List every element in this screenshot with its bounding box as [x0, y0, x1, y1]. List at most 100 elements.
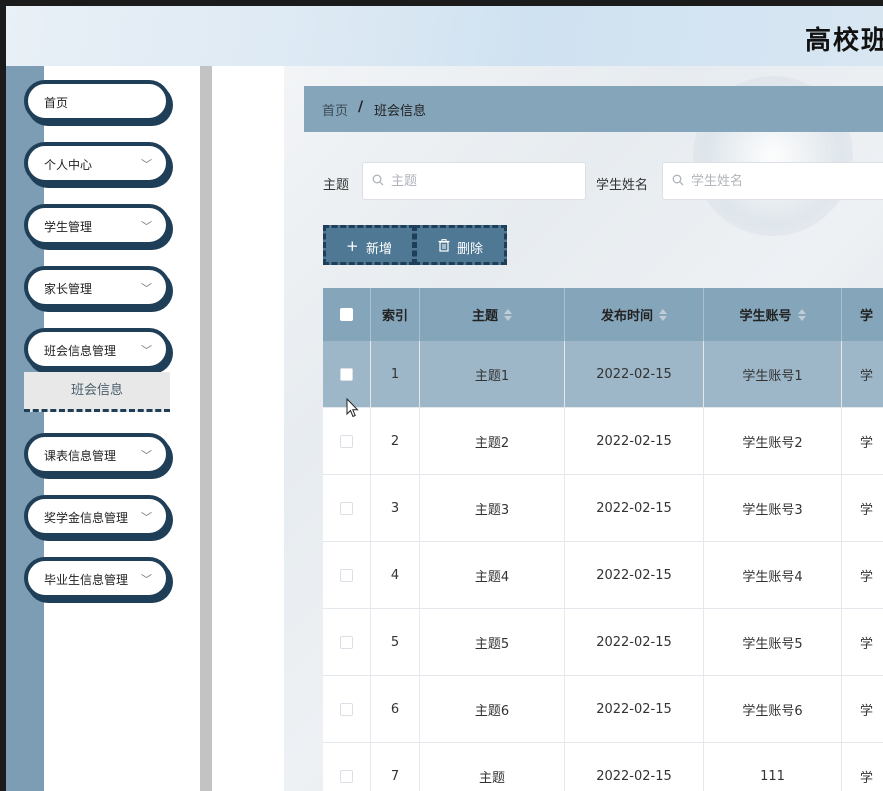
cell-index: 3	[371, 475, 420, 541]
row-checkbox[interactable]	[340, 434, 353, 448]
add-button-label: 新增	[366, 242, 393, 257]
cell-student-name-text: 学	[860, 569, 874, 585]
cell-student-account-text: 111	[760, 768, 785, 784]
table-row[interactable]: 7 主题 2022-02-15 111 学	[323, 743, 883, 791]
sidebar-item-graduates[interactable]: 毕业生信息管理 ﹀	[24, 557, 170, 599]
table-row[interactable]: 1 主题1 2022-02-15 学生账号1 学	[323, 341, 883, 408]
cell-index-text: 1	[390, 366, 400, 382]
cell-student-name-text: 学	[860, 502, 874, 518]
app-title: 高校班	[804, 26, 883, 56]
add-button[interactable]: + 新增	[323, 225, 415, 265]
breadcrumb: 首页 / 班会信息	[304, 86, 883, 132]
cell-topic-text: 主题5	[474, 636, 510, 652]
cell-student-name-text: 学	[860, 770, 874, 786]
cell-student-account: 学生账号2	[704, 408, 842, 474]
sidebar-item-label: 班会信息管理	[44, 344, 117, 358]
cell-student-account-text: 学生账号1	[742, 368, 803, 384]
cell-index: 1	[371, 341, 420, 407]
cell-publish-time-text: 2022-02-15	[596, 768, 672, 784]
cell-publish-time-text: 2022-02-15	[596, 567, 672, 583]
header-select-all-cell	[323, 288, 371, 341]
table-row[interactable]: 6 主题6 2022-02-15 学生账号6 学	[323, 676, 883, 743]
search-icon	[372, 174, 384, 186]
row-checkbox[interactable]	[340, 367, 353, 381]
cell-index-text: 6	[390, 701, 400, 717]
row-checkbox[interactable]	[340, 568, 353, 582]
sidebar-item-profile[interactable]: 个人中心 ﹀	[24, 142, 170, 184]
cell-index-text: 7	[390, 768, 400, 784]
mouse-cursor-icon	[346, 398, 359, 418]
row-checkbox[interactable]	[340, 702, 353, 716]
header-topic[interactable]: 主题	[420, 288, 565, 341]
cell-student-name: 学	[842, 609, 883, 675]
chevron-down-icon: ﹀	[141, 344, 152, 357]
trash-icon	[438, 239, 450, 252]
cell-student-name: 学	[842, 408, 883, 474]
delete-button[interactable]: 删除	[414, 225, 507, 265]
student-name-search-field[interactable]	[662, 162, 883, 200]
cell-topic-text: 主题2	[474, 435, 510, 451]
sidebar-item-parents[interactable]: 家长管理 ﹀	[24, 266, 170, 308]
sidebar-item-home[interactable]: 首页	[24, 80, 170, 122]
sort-icon[interactable]	[504, 308, 512, 321]
cell-student-account-text: 学生账号3	[742, 502, 803, 518]
sidebar-item-class-meeting[interactable]: 班会信息管理 ﹀	[24, 328, 170, 370]
sidebar-subitem-class-meeting-info[interactable]: 班会信息	[24, 372, 170, 412]
row-checkbox[interactable]	[340, 501, 353, 515]
cell-topic-text: 主题	[478, 770, 505, 786]
sidebar-item-label: 首页	[44, 96, 69, 110]
chevron-down-icon: ﹀	[141, 282, 152, 295]
row-select-cell	[323, 542, 371, 608]
cell-index: 6	[371, 676, 420, 742]
student-name-filter-label: 学生姓名	[596, 178, 649, 193]
cell-student-name: 学	[842, 542, 883, 608]
table-row[interactable]: 2 主题2 2022-02-15 学生账号2 学	[323, 408, 883, 475]
breadcrumb-home[interactable]: 首页	[322, 100, 348, 119]
cell-publish-time: 2022-02-15	[565, 676, 704, 742]
delete-button-label: 删除	[457, 242, 484, 257]
row-checkbox[interactable]	[340, 635, 353, 649]
sort-icon[interactable]	[659, 308, 667, 321]
chevron-down-icon: ﹀	[141, 511, 152, 524]
breadcrumb-separator: /	[358, 99, 364, 115]
sidebar-subitem-label: 班会信息	[70, 383, 123, 398]
sidebar-item-label: 家长管理	[44, 282, 93, 296]
cell-topic-text: 主题3	[474, 502, 510, 518]
cell-topic: 主题4	[420, 542, 565, 608]
cell-index: 4	[371, 542, 420, 608]
row-checkbox[interactable]	[340, 769, 353, 783]
header-student-account[interactable]: 学生账号	[704, 288, 842, 341]
sidebar-item-label: 课表信息管理	[44, 449, 117, 463]
cell-topic-text: 主题1	[474, 368, 510, 384]
sidebar-item-scholarship[interactable]: 奖学金信息管理 ﹀	[24, 495, 170, 537]
cell-publish-time-text: 2022-02-15	[596, 366, 672, 382]
cell-topic-text: 主题6	[474, 703, 510, 719]
topic-search-field[interactable]	[362, 162, 586, 200]
row-select-cell	[323, 609, 371, 675]
sidebar-item-schedule[interactable]: 课表信息管理 ﹀	[24, 433, 170, 475]
cell-index-text: 4	[390, 567, 400, 583]
cell-student-account: 学生账号1	[704, 341, 842, 407]
header-student-name[interactable]: 学	[842, 288, 883, 341]
sidebar-scrollbar[interactable]	[200, 66, 212, 791]
cell-student-account: 111	[704, 743, 842, 791]
table-row[interactable]: 3 主题3 2022-02-15 学生账号3 学	[323, 475, 883, 542]
cell-publish-time-text: 2022-02-15	[596, 701, 672, 717]
top-header: 高校班	[0, 0, 883, 66]
table-row[interactable]: 5 主题5 2022-02-15 学生账号5 学	[323, 609, 883, 676]
select-all-checkbox[interactable]	[340, 308, 353, 321]
student-name-search-input[interactable]	[691, 171, 841, 191]
cell-student-account: 学生账号5	[704, 609, 842, 675]
sort-icon[interactable]	[797, 308, 806, 321]
topic-search-input[interactable]	[391, 171, 541, 191]
cell-index: 7	[371, 743, 420, 791]
breadcrumb-current: 班会信息	[374, 104, 427, 119]
header-publish-time[interactable]: 发布时间	[565, 288, 704, 341]
table-row[interactable]: 4 主题4 2022-02-15 学生账号4 学	[323, 542, 883, 609]
cell-index-text: 5	[390, 634, 400, 650]
chevron-down-icon: ﹀	[141, 449, 152, 462]
sidebar-item-students[interactable]: 学生管理 ﹀	[24, 204, 170, 246]
cell-student-account-text: 学生账号5	[742, 636, 803, 652]
sidebar-item-label: 毕业生信息管理	[44, 573, 129, 587]
cell-student-account: 学生账号6	[704, 676, 842, 742]
